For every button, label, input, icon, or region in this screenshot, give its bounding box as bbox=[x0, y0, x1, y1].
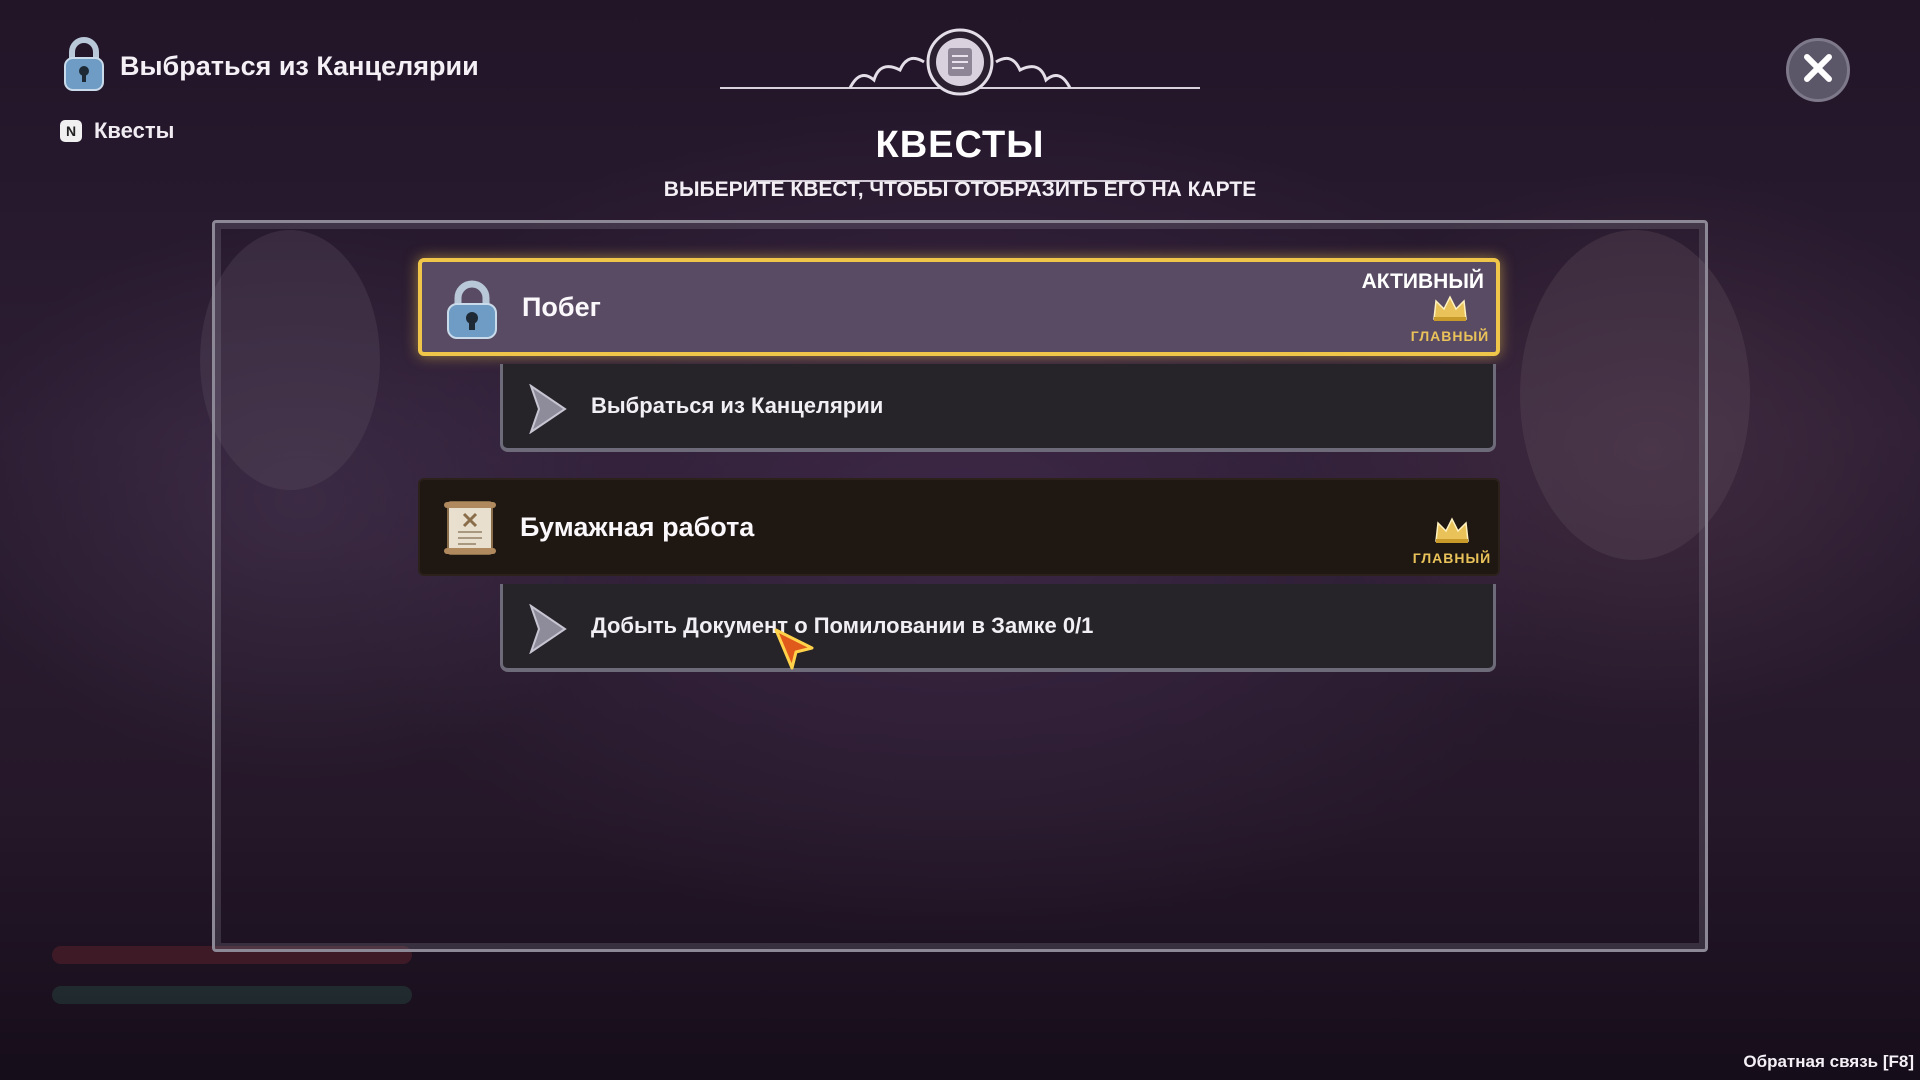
page-title: КВЕСТЫ bbox=[875, 124, 1045, 166]
hotkey-badge: N bbox=[60, 120, 82, 142]
objective-text: Добыть Документ о Помиловании в Замке 0/… bbox=[591, 613, 1094, 638]
quest-card-paperwork[interactable]: Бумажная работа ГЛАВНЫЙ bbox=[418, 478, 1500, 576]
quest-name: Побег bbox=[522, 291, 601, 322]
crown-icon bbox=[1433, 295, 1467, 321]
quest-objective[interactable]: Выбраться из Канцелярии bbox=[500, 364, 1496, 452]
tracked-quest-title: Выбраться из Канцелярии bbox=[120, 51, 479, 81]
quests-hint-label: Квесты bbox=[94, 118, 175, 143]
padlock-icon bbox=[444, 280, 500, 340]
feedback-hint[interactable]: Обратная связь [F8] bbox=[1743, 1052, 1914, 1072]
close-button[interactable] bbox=[1786, 38, 1850, 102]
tracked-quest: Выбраться из Канцелярии bbox=[62, 36, 479, 97]
main-quest-label: ГЛАВНЫЙ bbox=[1412, 550, 1492, 566]
objective-diamond-icon bbox=[525, 603, 569, 655]
document-scroll-icon bbox=[442, 498, 498, 558]
close-icon bbox=[1801, 51, 1835, 90]
objective-text: Выбраться из Канцелярии bbox=[591, 393, 884, 418]
crown-icon bbox=[1435, 517, 1469, 543]
main-quest-badge: ГЛАВНЫЙ bbox=[1410, 293, 1490, 344]
stamina-bar-background bbox=[52, 986, 412, 1004]
quest-objective[interactable]: Добыть Документ о Помиловании в Замке 0/… bbox=[500, 584, 1496, 672]
cursor-icon bbox=[774, 628, 816, 670]
quest-card-escape[interactable]: Побег АКТИВНЫЙ ГЛАВНЫЙ bbox=[418, 258, 1500, 356]
active-status-label: АКТИВНЫЙ bbox=[1361, 270, 1484, 293]
quest-name: Бумажная работа bbox=[520, 511, 755, 542]
quests-hotkey-hint[interactable]: N Квесты bbox=[60, 118, 174, 144]
page-subtitle: ВЫБЕРИТЕ КВЕСТ, ЧТОБЫ ОТОБРАЗИТЬ ЕГО НА … bbox=[663, 178, 1257, 201]
main-quest-badge: ГЛАВНЫЙ bbox=[1412, 515, 1492, 566]
padlock-icon bbox=[62, 36, 106, 97]
scroll-emblem-icon bbox=[720, 28, 1200, 96]
main-quest-label: ГЛАВНЫЙ bbox=[1410, 328, 1490, 344]
objective-diamond-icon bbox=[525, 383, 569, 435]
